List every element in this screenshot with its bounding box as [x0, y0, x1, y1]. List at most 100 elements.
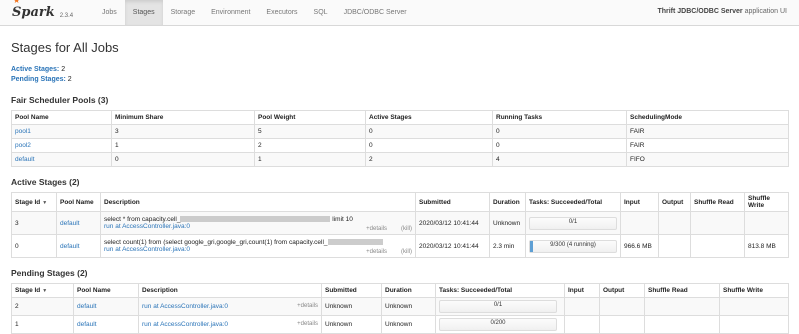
table-cell: 813.8 MB: [744, 234, 789, 258]
pools-table: Pool Name Minimum Share Pool Weight Acti…: [11, 110, 789, 167]
tab-stages[interactable]: Stages: [124, 0, 163, 25]
table-cell: 1: [111, 138, 255, 153]
stage-description: select count(1) from (select google_gri,…: [104, 239, 383, 246]
pool-link[interactable]: pool2: [15, 142, 31, 149]
stage-detail-link[interactable]: run at AccessController.java:0: [142, 321, 228, 328]
col-header[interactable]: Description: [100, 192, 416, 212]
table-row: default 0 1 2 4 FIFO: [11, 152, 789, 167]
progress-cell: 0/1: [525, 211, 621, 235]
col-header[interactable]: Duration: [381, 283, 436, 298]
col-header[interactable]: Input: [620, 192, 659, 212]
main-nav: Jobs Stages Storage Environment Executor…: [94, 0, 415, 25]
table-cell: 3: [11, 211, 57, 235]
tab-executors[interactable]: Executors: [258, 0, 305, 25]
table-cell: 2020/03/12 10:41:44: [415, 211, 490, 235]
table-cell: 0: [492, 124, 627, 139]
pending-stages-title[interactable]: Pending Stages (2): [11, 268, 790, 278]
col-header[interactable]: SchedulingMode: [626, 110, 789, 125]
col-header[interactable]: Running Tasks: [492, 110, 627, 125]
col-header[interactable]: Output: [658, 192, 691, 212]
details-toggle[interactable]: +details: [297, 321, 318, 327]
pool-link[interactable]: default: [77, 303, 97, 310]
table-cell: 0: [492, 138, 627, 153]
table-cell: 0: [111, 152, 255, 167]
table-cell: 2: [365, 152, 493, 167]
table-cell: 966.6 MB: [620, 234, 659, 258]
tab-environment[interactable]: Environment: [203, 0, 258, 25]
col-header[interactable]: Tasks: Succeeded/Total: [435, 283, 565, 298]
pending-stages-table: Stage Id ▼ Pool Name Description Submitte…: [11, 283, 789, 334]
page-title: Stages for All Jobs: [11, 40, 119, 55]
app-name: Thrift JDBC/ODBC Server application UI: [657, 8, 787, 15]
table-cell: [658, 234, 691, 258]
col-header[interactable]: Pool Name: [11, 110, 112, 125]
sort-desc-icon: ▼: [42, 288, 48, 294]
col-header[interactable]: Minimum Share: [111, 110, 255, 125]
table-cell: [744, 211, 789, 235]
pool-link[interactable]: default: [15, 156, 35, 163]
details-toggle[interactable]: +details: [366, 226, 387, 232]
table-cell: FAIR: [626, 138, 789, 153]
col-header[interactable]: Active Stages: [365, 110, 493, 125]
progress-text: 0/200: [490, 320, 506, 326]
pending-stages-link[interactable]: Pending Stages:: [11, 76, 66, 83]
tab-storage[interactable]: Storage: [163, 0, 204, 25]
col-header[interactable]: Duration: [489, 192, 526, 212]
active-stages-title[interactable]: Active Stages (2): [11, 177, 790, 187]
table-cell: Unknown: [381, 297, 436, 316]
tab-jdbc-odbc-server[interactable]: JDBC/ODBC Server: [336, 0, 415, 25]
active-stages-count: 2: [61, 66, 66, 73]
col-header[interactable]: Shuffle Write: [744, 192, 789, 212]
stage-description: select * from capacity.cell_ limit 10: [104, 216, 353, 223]
details-toggle[interactable]: +details: [366, 249, 387, 255]
col-header[interactable]: Shuffle Read: [644, 283, 720, 298]
pool-link[interactable]: pool1: [15, 128, 31, 135]
table-cell: [599, 297, 645, 316]
table-cell: 0: [365, 124, 493, 139]
description-cell: run at AccessController.java:0 +details: [138, 297, 322, 316]
stage-detail-link[interactable]: run at AccessController.java:0: [142, 303, 228, 310]
col-header[interactable]: Submitted: [321, 283, 382, 298]
kill-link[interactable]: (kill): [401, 226, 412, 232]
col-header[interactable]: Shuffle Write: [719, 283, 789, 298]
col-header[interactable]: Submitted: [415, 192, 490, 212]
table-cell: 2.3 min: [489, 234, 526, 258]
table-cell: 2: [11, 297, 74, 316]
stage-summary: Active Stages: 2 Pending Stages: 2: [11, 65, 790, 85]
col-header[interactable]: Stage Id ▼: [11, 192, 57, 212]
spark-star-icon: ★: [13, 0, 21, 5]
table-cell: [690, 234, 745, 258]
col-header[interactable]: Pool Name: [73, 283, 139, 298]
pool-link[interactable]: default: [60, 220, 80, 227]
tab-sql[interactable]: SQL: [306, 0, 336, 25]
col-header[interactable]: Pool Weight: [254, 110, 366, 125]
active-stages-table: Stage Id ▼ Pool Name Description Submitte…: [11, 192, 789, 258]
col-header[interactable]: Tasks: Succeeded/Total: [525, 192, 621, 212]
col-header[interactable]: Output: [599, 283, 645, 298]
progress-bar: 9/300 (4 running): [529, 239, 617, 253]
pools-section-title[interactable]: Fair Scheduler Pools (3): [11, 95, 790, 105]
pool-link[interactable]: default: [60, 243, 80, 250]
table-cell: [620, 211, 659, 235]
col-header[interactable]: Input: [564, 283, 600, 298]
table-cell: 4: [492, 152, 627, 167]
col-header[interactable]: Description: [138, 283, 322, 298]
description-cell: select * from capacity.cell_ limit 10 ru…: [100, 211, 416, 235]
tab-jobs[interactable]: Jobs: [94, 0, 125, 25]
active-stages-link[interactable]: Active Stages:: [11, 66, 59, 73]
table-row: pool1 3 5 0 0 FAIR: [11, 124, 789, 139]
table-cell: 2: [254, 138, 366, 153]
col-header[interactable]: Stage Id ▼: [11, 283, 74, 298]
spark-logo[interactable]: Spark ★ 2.3.4: [0, 0, 88, 25]
sort-desc-icon: ▼: [42, 199, 48, 206]
col-header[interactable]: Pool Name: [56, 192, 101, 212]
pool-link[interactable]: default: [77, 321, 97, 328]
kill-link[interactable]: (kill): [401, 249, 412, 255]
table-cell: [644, 297, 720, 316]
table-cell: 0: [365, 138, 493, 153]
details-toggle[interactable]: +details: [297, 303, 318, 309]
redacted-block: [327, 239, 383, 246]
col-header[interactable]: Shuffle Read: [690, 192, 745, 212]
progress-bar: 0/200: [439, 318, 557, 331]
table-cell: [690, 211, 745, 235]
